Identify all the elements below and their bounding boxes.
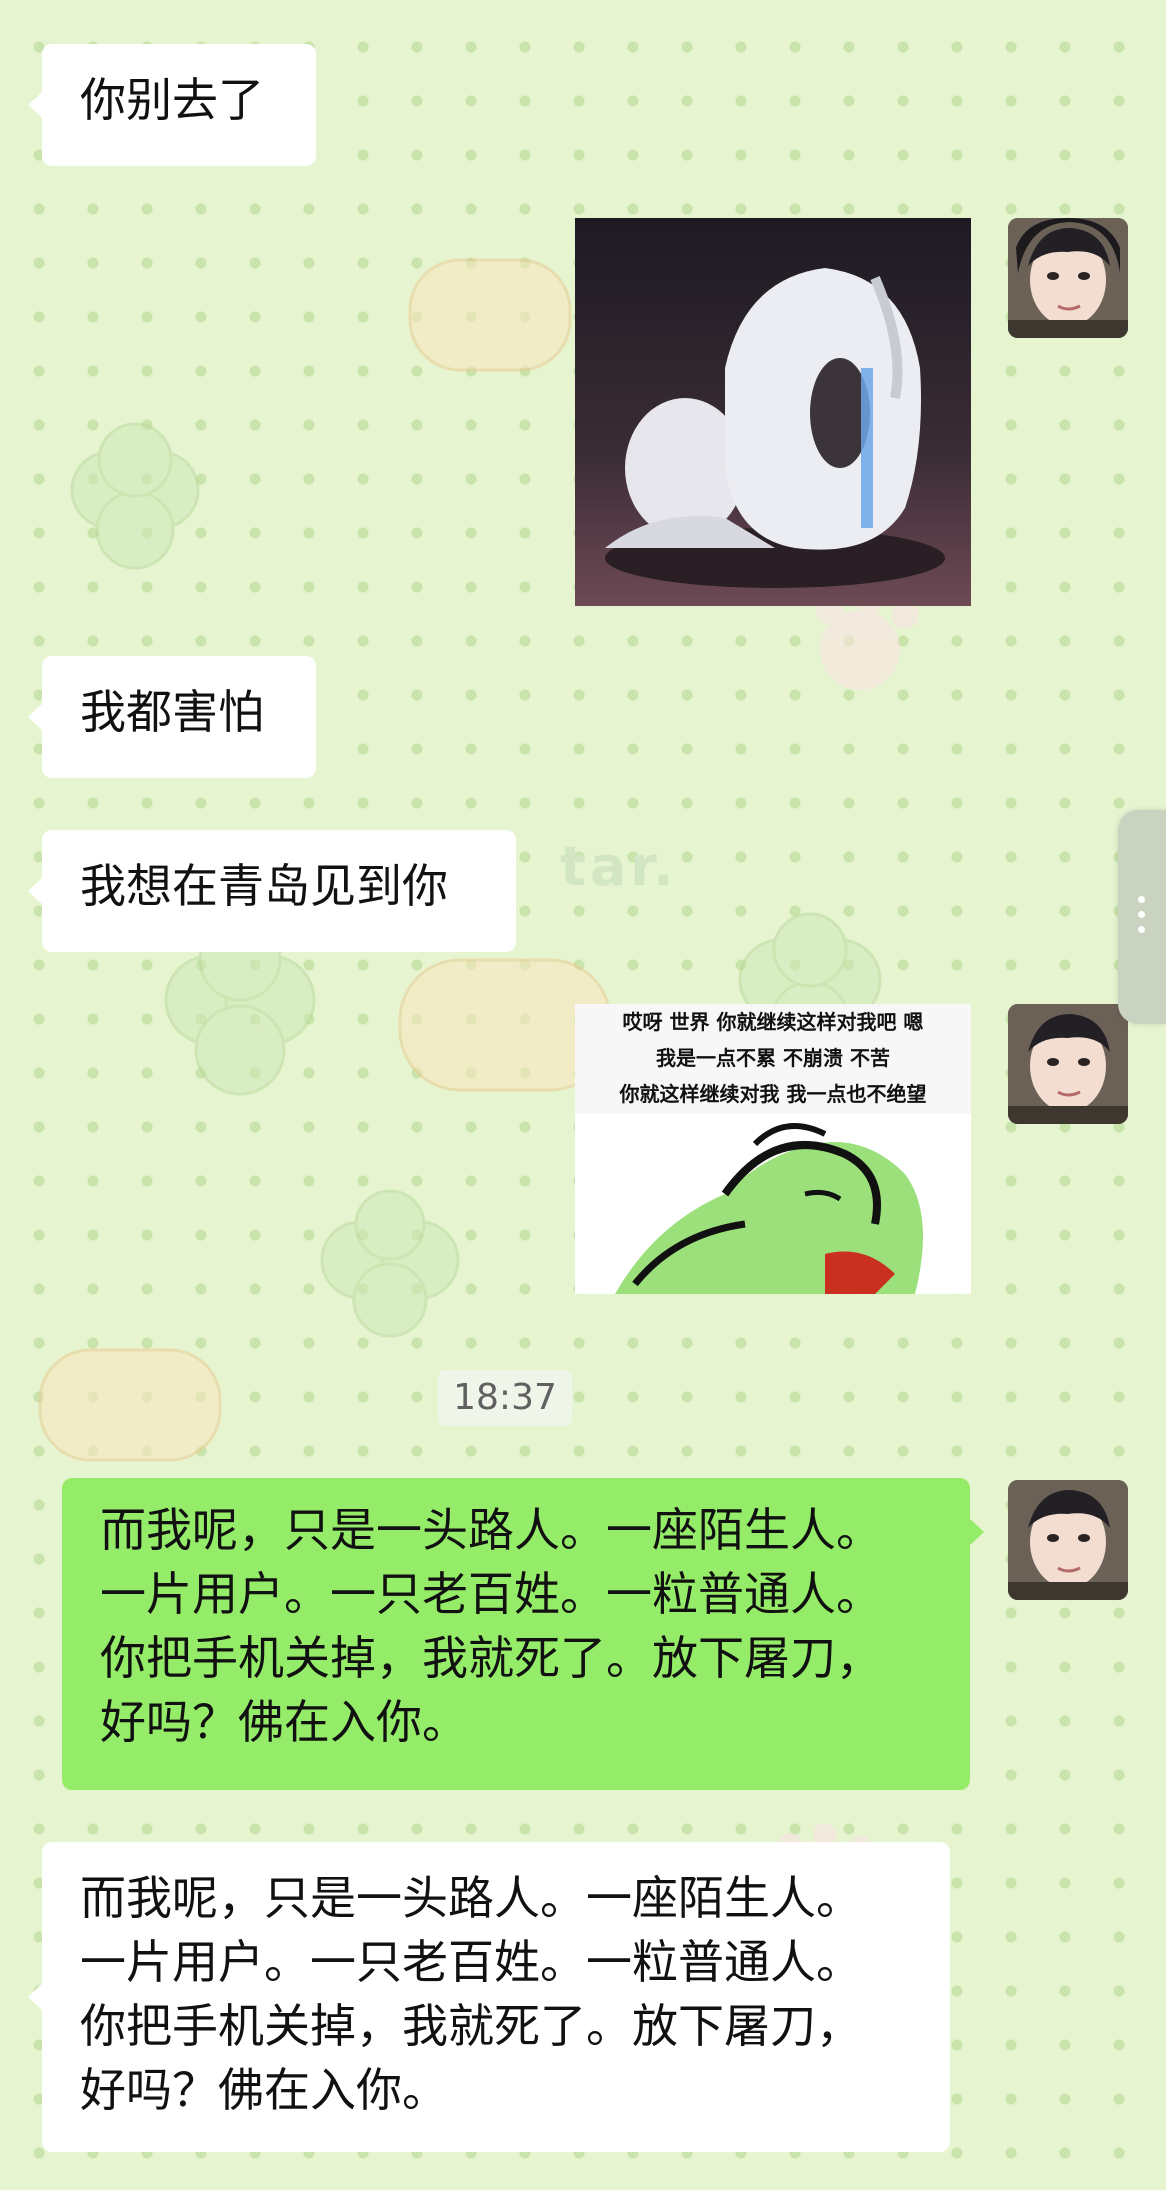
message-text-line: 你把手机关掉，我就死了。放下屠刀， (80, 1999, 862, 2053)
message-text-line: 一片用户。一只老百姓。一粒普通人。 (80, 1935, 862, 1989)
meme-figure-image (575, 1114, 971, 1294)
message-timestamp: 18:37 (438, 1370, 572, 1426)
message-text: 我想在青岛见到你 (80, 859, 448, 913)
incoming-message-bubble[interactable]: 你别去了 (28, 44, 316, 166)
message-text: 你别去了 (80, 73, 264, 127)
user-avatar-photo (1008, 218, 1128, 338)
message-text-line: 一片用户。一只老百姓。一粒普通人。 (100, 1567, 882, 1621)
incoming-message-bubble[interactable]: 而我呢，只是一头路人。一座陌生人。 一片用户。一只老百姓。一粒普通人。 你把手机… (28, 1842, 950, 2152)
wallpaper-watermark: tar. (560, 835, 678, 898)
avatar[interactable] (1008, 1480, 1128, 1600)
outgoing-message-bubble[interactable]: 而我呢，只是一头路人。一座陌生人。 一片用户。一只老百姓。一粒普通人。 你把手机… (62, 1478, 984, 1790)
message-text: 我都害怕 (80, 685, 264, 739)
crying-bunny-image (575, 218, 971, 606)
message-text-line: 好吗？佛在入你。 (80, 2063, 448, 2117)
meme-caption-line: 你就这样继续对我 我一点也不绝望 (619, 1082, 927, 1106)
more-vertical-dots-icon (1138, 896, 1146, 941)
message-text-line: 你把手机关掉，我就死了。放下屠刀， (100, 1631, 882, 1685)
message-text-line: 而我呢，只是一头路人。一座陌生人。 (80, 1871, 862, 1925)
user-avatar-photo (1008, 1004, 1128, 1124)
message-text-line: 而我呢，只是一头路人。一座陌生人。 (100, 1503, 882, 1557)
user-avatar-photo (1008, 1480, 1128, 1600)
sticker-meme[interactable]: 哎呀 世界 你就继续这样对我吧 嗯 我是一点不累 不崩溃 不苦 你就这样继续对我… (575, 1004, 971, 1294)
meme-caption-line: 我是一点不累 不崩溃 不苦 (656, 1046, 890, 1070)
avatar[interactable] (1008, 218, 1128, 338)
side-panel-handle[interactable] (1118, 810, 1166, 1024)
incoming-message-bubble[interactable]: 我都害怕 (28, 656, 316, 778)
sticker-crying-bunny[interactable] (575, 218, 971, 606)
message-text-line: 好吗？佛在入你。 (100, 1695, 468, 1749)
avatar[interactable] (1008, 1004, 1128, 1124)
meme-caption-line: 哎呀 世界 你就继续这样对我吧 嗯 (622, 1010, 924, 1034)
incoming-message-bubble[interactable]: 我想在青岛见到你 (28, 830, 516, 952)
